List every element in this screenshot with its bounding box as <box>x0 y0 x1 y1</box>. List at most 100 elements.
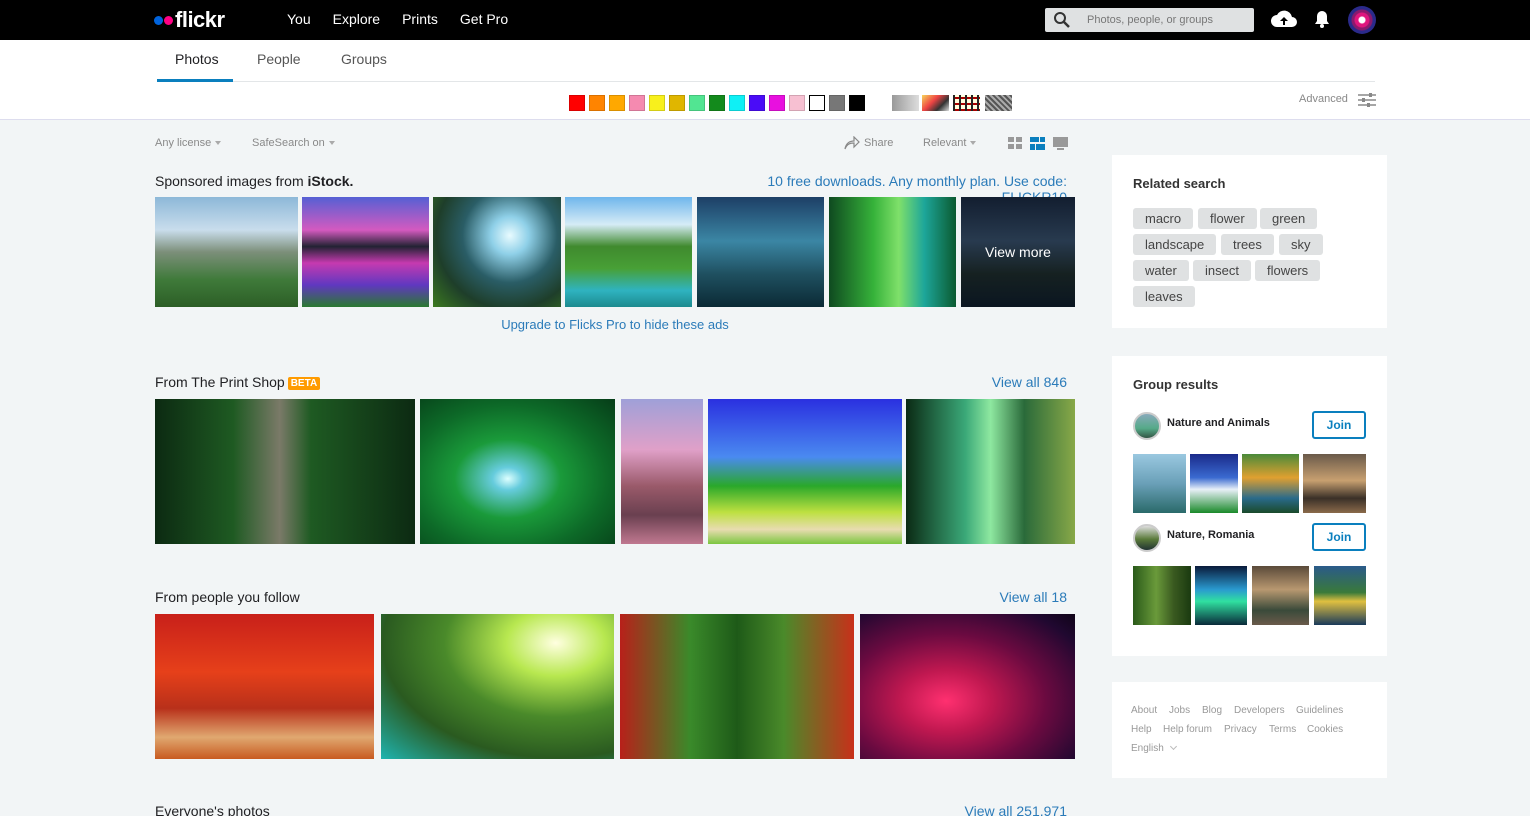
everyone-view-all-link[interactable]: View all 251,971 <box>900 803 1067 816</box>
related-tag[interactable]: insect <box>1193 260 1251 281</box>
patterns-filter-icon[interactable] <box>985 95 1012 111</box>
chevron-down-icon <box>328 141 335 146</box>
istock-brand: iStock. <box>307 173 354 189</box>
safesearch-dropdown[interactable]: SafeSearch on <box>252 137 335 149</box>
minimalist-filter-icon[interactable] <box>953 95 980 111</box>
sponsored-photo[interactable] <box>697 197 824 307</box>
footer-link[interactable]: About <box>1131 705 1157 716</box>
share-label[interactable]: Share <box>864 137 893 149</box>
color-swatch[interactable] <box>649 95 665 111</box>
print-shop-photo[interactable] <box>621 399 703 544</box>
footer-link[interactable]: Blog <box>1202 705 1222 716</box>
upgrade-pro-link[interactable]: Upgrade to Flicks Pro to hide these ads <box>155 317 1075 332</box>
print-shop-photo[interactable] <box>420 399 615 544</box>
justified-view-icon[interactable] <box>1030 137 1045 150</box>
group-avatar[interactable] <box>1133 412 1161 440</box>
settings-sliders-icon[interactable] <box>1357 92 1377 108</box>
related-tag[interactable]: sky <box>1279 234 1323 255</box>
tab-people[interactable]: People <box>257 51 301 67</box>
print-shop-photo[interactable] <box>155 399 415 544</box>
color-swatch[interactable] <box>749 95 765 111</box>
color-swatch[interactable] <box>829 95 845 111</box>
advanced-search-link[interactable]: Advanced <box>1299 93 1348 105</box>
color-swatch[interactable] <box>709 95 725 111</box>
group-photo[interactable] <box>1190 454 1238 513</box>
related-tag[interactable]: landscape <box>1133 234 1217 255</box>
nav-prints[interactable]: Prints <box>402 11 438 27</box>
share-icon[interactable] <box>844 136 860 150</box>
related-tag[interactable]: trees <box>1221 234 1274 255</box>
footer-link[interactable]: Developers <box>1234 705 1285 716</box>
color-swatch[interactable] <box>849 95 865 111</box>
license-filter-label: Any license <box>155 137 212 149</box>
print-shop-photo[interactable] <box>906 399 1075 544</box>
following-photo[interactable] <box>620 614 854 759</box>
group-photo[interactable] <box>1133 454 1186 513</box>
grid-view-icon[interactable] <box>1008 137 1023 150</box>
sponsored-photo[interactable] <box>433 197 561 307</box>
related-tag[interactable]: flowers <box>1255 260 1321 281</box>
search-input[interactable]: Photos, people, or groups <box>1045 8 1254 32</box>
related-tag[interactable]: macro <box>1133 208 1194 229</box>
color-swatch[interactable] <box>589 95 605 111</box>
color-swatch[interactable] <box>769 95 785 111</box>
flickr-logo[interactable]: flickr <box>154 7 225 32</box>
footer-link[interactable]: Privacy <box>1224 724 1257 735</box>
color-swatch[interactable] <box>569 95 585 111</box>
group-photo[interactable] <box>1242 454 1299 513</box>
active-tab-indicator <box>157 79 233 82</box>
color-swatch[interactable] <box>789 95 805 111</box>
group-name[interactable]: Nature, Romania <box>1167 529 1254 541</box>
language-selector[interactable]: English <box>1131 742 1177 754</box>
sponsored-photo[interactable] <box>302 197 429 307</box>
group-photo[interactable] <box>1303 454 1366 513</box>
black-white-filter-icon[interactable] <box>892 95 919 111</box>
footer-link[interactable]: Help forum <box>1163 724 1212 735</box>
related-tag[interactable]: green <box>1260 208 1318 229</box>
sponsored-photo[interactable] <box>155 197 298 307</box>
single-view-icon[interactable] <box>1053 137 1068 150</box>
color-swatch[interactable] <box>729 95 745 111</box>
tab-groups[interactable]: Groups <box>341 51 387 67</box>
group-name[interactable]: Nature and Animals <box>1167 417 1270 429</box>
following-view-all-link[interactable]: View all 18 <box>900 589 1067 605</box>
following-photo[interactable] <box>860 614 1075 759</box>
upload-icon[interactable] <box>1270 8 1298 30</box>
sort-dropdown[interactable]: Relevant <box>923 137 977 149</box>
nav-you[interactable]: You <box>287 11 311 27</box>
license-filter-dropdown[interactable]: Any license <box>155 137 222 149</box>
footer-link[interactable]: Cookies <box>1307 724 1343 735</box>
following-photo[interactable] <box>155 614 374 759</box>
related-tag[interactable]: water <box>1133 260 1189 281</box>
notifications-bell-icon[interactable] <box>1312 9 1332 29</box>
group-avatar[interactable] <box>1133 524 1161 552</box>
print-shop-view-all-link[interactable]: View all 846 <box>900 374 1067 390</box>
tab-photos[interactable]: Photos <box>175 51 219 67</box>
related-tag[interactable]: leaves <box>1133 286 1195 307</box>
group-photo[interactable] <box>1195 566 1247 625</box>
group-photo[interactable] <box>1133 566 1191 625</box>
footer-link[interactable]: Terms <box>1269 724 1296 735</box>
sponsored-photo[interactable] <box>829 197 956 307</box>
color-swatch[interactable] <box>629 95 645 111</box>
color-swatch[interactable] <box>689 95 705 111</box>
related-tag[interactable]: flower <box>1198 208 1257 229</box>
sponsored-view-more-tile[interactable]: View more <box>961 197 1075 307</box>
footer-link[interactable]: Guidelines <box>1296 705 1343 716</box>
shallow-depth-filter-icon[interactable] <box>922 95 949 111</box>
nav-explore[interactable]: Explore <box>333 11 380 27</box>
footer-link[interactable]: Help <box>1131 724 1152 735</box>
print-shop-photo[interactable] <box>708 399 902 544</box>
group-photo[interactable] <box>1252 566 1309 625</box>
color-swatch[interactable] <box>669 95 685 111</box>
join-group-button[interactable]: Join <box>1312 523 1366 551</box>
group-photo[interactable] <box>1314 566 1366 625</box>
user-avatar[interactable] <box>1348 6 1376 34</box>
following-photo[interactable] <box>381 614 614 759</box>
sponsored-photo[interactable] <box>565 197 692 307</box>
footer-link[interactable]: Jobs <box>1169 705 1190 716</box>
color-swatch[interactable] <box>609 95 625 111</box>
nav-get-pro[interactable]: Get Pro <box>460 11 508 27</box>
color-swatch[interactable] <box>809 95 825 111</box>
join-group-button[interactable]: Join <box>1312 411 1366 439</box>
